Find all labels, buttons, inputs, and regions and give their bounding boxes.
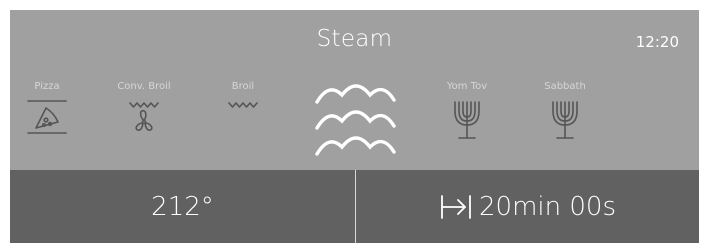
menorah-icon <box>454 101 480 139</box>
timer-arrow-icon <box>441 194 471 219</box>
mode-yom-tov[interactable]: Yom Tov <box>444 80 490 144</box>
timer-button[interactable]: 20min 00s <box>356 170 699 243</box>
menorah-icon <box>552 101 578 139</box>
mode-pizza[interactable]: Pizza <box>24 80 70 136</box>
mode-broil[interactable]: Broil <box>221 80 265 136</box>
bottom-bar: 212° 20min 00s <box>10 170 699 243</box>
mode-sabbath-label: Sabbath <box>544 81 586 92</box>
mode-sabbath[interactable]: Sabbath <box>540 80 590 144</box>
broil-wave-icon <box>228 102 258 108</box>
mode-conv-broil-label: Conv. Broil <box>117 81 171 92</box>
steam-icon <box>315 84 396 156</box>
pizza-icon <box>27 100 67 134</box>
fan-broil-icon <box>129 102 159 131</box>
mode-pizza-label: Pizza <box>34 81 60 92</box>
temperature-value: 212° <box>151 191 214 222</box>
timer-value: 20min 00s <box>478 191 616 222</box>
mode-title: Steam <box>316 26 393 52</box>
oven-control-panel: Steam 12:20 Pizza Conv. Broil Broil Yom … <box>10 10 699 243</box>
temperature-button[interactable]: 212° <box>10 170 355 243</box>
clock: 12:20 <box>635 33 679 51</box>
mode-yom-tov-label: Yom Tov <box>446 81 488 92</box>
mode-steam[interactable] <box>312 78 398 168</box>
mode-conv-broil[interactable]: Conv. Broil <box>114 80 174 136</box>
mode-broil-label: Broil <box>231 81 255 92</box>
